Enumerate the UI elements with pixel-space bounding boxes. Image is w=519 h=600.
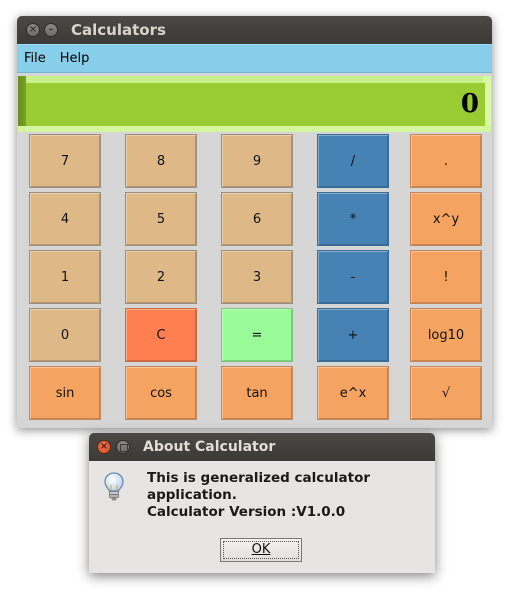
key-1[interactable]: 1 — [29, 250, 101, 304]
dialog-maximize-icon[interactable] — [116, 440, 130, 454]
minimize-window-icon[interactable]: – — [44, 23, 58, 37]
display-value: 0 — [26, 83, 485, 126]
key-0[interactable]: 0 — [29, 308, 101, 362]
key-sin[interactable]: sin — [29, 366, 101, 420]
key-add[interactable]: + — [317, 308, 389, 362]
key-4[interactable]: 4 — [29, 192, 101, 246]
key-9[interactable]: 9 — [221, 134, 293, 188]
lightbulb-info-icon — [104, 472, 124, 501]
key-3[interactable]: 3 — [221, 250, 293, 304]
key-5[interactable]: 5 — [125, 192, 197, 246]
key-8[interactable]: 8 — [125, 134, 197, 188]
key-7[interactable]: 7 — [29, 134, 101, 188]
display-bevel — [18, 76, 26, 132]
key-clear[interactable]: C — [125, 308, 197, 362]
dialog-titlebar[interactable]: × About Calculator — [89, 433, 435, 461]
menu-bar: File Help — [17, 44, 492, 73]
key-sqrt[interactable]: √ — [410, 366, 482, 420]
key-subtract[interactable]: - — [317, 250, 389, 304]
menu-file[interactable]: File — [17, 51, 53, 66]
key-6[interactable]: 6 — [221, 192, 293, 246]
ok-button[interactable]: OK — [220, 538, 302, 562]
key-power[interactable]: x^y — [410, 192, 482, 246]
key-factorial[interactable]: ! — [410, 250, 482, 304]
dialog-message: This is generalized calculator applicati… — [147, 470, 427, 521]
window-title: Calculators — [71, 21, 166, 39]
about-dialog: × About Calculator This is generalized c… — [89, 433, 435, 573]
key-divide[interactable]: / — [317, 134, 389, 188]
menu-help[interactable]: Help — [53, 51, 97, 66]
key-2[interactable]: 2 — [125, 250, 197, 304]
key-cos[interactable]: cos — [125, 366, 197, 420]
window-titlebar[interactable]: × – Calculators — [17, 16, 492, 44]
calculator-window: × – Calculators File Help 0 7 8 9 / . 4 … — [17, 16, 492, 428]
dialog-message-line: application. — [147, 487, 237, 503]
key-tan[interactable]: tan — [221, 366, 293, 420]
close-window-icon[interactable]: × — [26, 23, 40, 37]
key-decimal[interactable]: . — [410, 134, 482, 188]
dialog-close-icon[interactable]: × — [97, 440, 111, 454]
dialog-message-line: This is generalized calculator — [147, 470, 371, 486]
dialog-message-line: Calculator Version :V1.0.0 — [147, 504, 346, 520]
key-multiply[interactable]: * — [317, 192, 389, 246]
dialog-title: About Calculator — [143, 439, 276, 455]
key-log10[interactable]: log10 — [410, 308, 482, 362]
display-panel: 0 — [18, 76, 491, 132]
key-exp[interactable]: e^x — [317, 366, 389, 420]
display-bevel — [18, 126, 491, 132]
key-equals[interactable]: = — [221, 308, 293, 362]
